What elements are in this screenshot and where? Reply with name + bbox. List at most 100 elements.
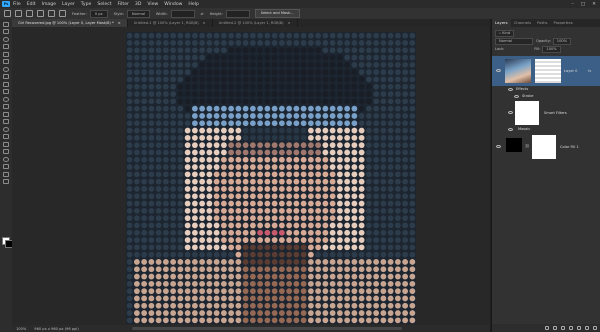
intersect-selection-icon[interactable] xyxy=(59,10,66,17)
mosaic-dot xyxy=(307,237,314,243)
close-tab-icon[interactable]: × xyxy=(203,21,206,25)
layer-mask-thumbnail[interactable] xyxy=(535,59,561,83)
opacity-input[interactable]: 100% xyxy=(552,37,572,45)
filter-kind-select[interactable]: ⌕ Kind xyxy=(495,29,515,37)
hand-tool-icon[interactable] xyxy=(3,164,9,169)
height-input[interactable] xyxy=(225,9,250,18)
close-tab-icon[interactable]: × xyxy=(288,21,291,25)
marquee-tool-icon[interactable] xyxy=(15,10,22,17)
panel-tab-channels[interactable]: Channels xyxy=(511,19,535,27)
canvas-area[interactable] xyxy=(12,27,490,325)
zoom-level[interactable]: 100% xyxy=(16,327,26,331)
eyedropper-tool-icon[interactable] xyxy=(3,66,9,72)
select-and-mask-button[interactable]: Select and Mask... xyxy=(254,9,300,18)
layer-row-color-fill-1[interactable]: ⛓ Color Fill 1 xyxy=(492,133,600,161)
link-layers-icon[interactable] xyxy=(545,326,549,330)
dodge-tool-icon[interactable] xyxy=(3,126,9,132)
link-icon[interactable]: ⛓ xyxy=(525,144,530,148)
marquee-tool-icon[interactable] xyxy=(3,29,9,34)
document-tab[interactable]: Girl Recovered.jpg @ 100% (Layer 0, Laye… xyxy=(12,19,128,27)
mosaic-dot xyxy=(307,288,314,295)
crop-tool-icon[interactable] xyxy=(3,51,9,57)
smart-filter-mask-thumbnail[interactable] xyxy=(515,101,539,125)
gradient-tool-icon[interactable] xyxy=(3,111,9,117)
pen-tool-icon[interactable] xyxy=(3,134,9,139)
layer-name[interactable]: Color Fill 1 xyxy=(560,145,579,149)
panel-tab-layers[interactable]: Layers xyxy=(492,19,511,27)
menu-type[interactable]: Type xyxy=(81,2,92,7)
home-icon[interactable] xyxy=(4,10,11,17)
visibility-eye-icon[interactable] xyxy=(508,111,513,114)
path-select-tool-icon[interactable] xyxy=(3,149,9,154)
new-selection-icon[interactable] xyxy=(26,10,33,17)
add-selection-icon[interactable] xyxy=(37,10,44,17)
stamp-tool-icon[interactable] xyxy=(3,89,9,94)
mosaic-dot xyxy=(148,273,155,280)
smart-filters-row[interactable]: Smart Filters xyxy=(492,100,600,126)
menu-view[interactable]: View xyxy=(147,2,158,7)
menu-help[interactable]: Help xyxy=(188,2,198,7)
maximize-icon[interactable]: □ xyxy=(581,2,585,7)
add-mask-icon[interactable] xyxy=(561,326,565,330)
document-canvas[interactable] xyxy=(126,32,416,324)
style-select[interactable]: Normal xyxy=(126,9,150,18)
horizontal-scrollbar[interactable] xyxy=(132,327,402,330)
layer-name[interactable]: Layer 0 xyxy=(564,69,577,73)
mosaic-dot xyxy=(307,178,314,185)
visibility-eye-icon[interactable] xyxy=(496,145,501,148)
document-info[interactable]: 960 px x 960 px (96 ppi) xyxy=(34,327,78,331)
blur-tool-icon[interactable] xyxy=(3,119,9,124)
panel-tab-paths[interactable]: Paths xyxy=(534,19,550,27)
visibility-eye-icon[interactable] xyxy=(508,88,513,91)
visibility-eye-icon[interactable] xyxy=(496,69,501,72)
feather-input[interactable]: 0 px xyxy=(89,9,108,18)
close-tab-icon[interactable]: × xyxy=(118,21,121,25)
add-style-icon[interactable] xyxy=(553,326,557,330)
eraser-tool-icon[interactable] xyxy=(3,104,9,109)
layer-row-layer-0[interactable]: Layer 0 fx xyxy=(492,56,600,86)
menu-file[interactable]: File xyxy=(13,2,21,7)
mosaic-dot xyxy=(228,134,235,141)
more-tool-icon[interactable] xyxy=(3,179,9,184)
width-input[interactable] xyxy=(170,9,195,18)
history-brush-tool-icon[interactable] xyxy=(3,96,9,102)
shape-tool-icon[interactable] xyxy=(3,156,9,162)
menu-window[interactable]: Window xyxy=(164,2,182,7)
mosaic-dot xyxy=(380,149,387,156)
panel-tab-properties[interactable]: Properties xyxy=(550,19,575,27)
menu-layer[interactable]: Layer xyxy=(62,2,75,7)
healing-tool-icon[interactable] xyxy=(3,74,9,79)
layer-stroke-row[interactable]: Stroke xyxy=(492,93,600,100)
document-tab[interactable]: Untitled-2 @ 100% (Layer 1, RGB/8) × xyxy=(213,19,298,27)
fill-input[interactable]: 100% xyxy=(542,45,561,53)
visibility-eye-icon[interactable] xyxy=(508,128,513,131)
lasso-tool-icon[interactable] xyxy=(3,36,9,42)
mosaic-filter-row[interactable]: Mosaic xyxy=(492,126,600,133)
fx-icon[interactable]: fx xyxy=(588,69,591,73)
type-tool-icon[interactable] xyxy=(3,141,9,147)
menu-3d[interactable]: 3D xyxy=(135,2,141,7)
document-tab[interactable]: Untitled-1 @ 100% (Layer 1, RGB/8) × xyxy=(128,19,213,27)
close-icon[interactable]: ✕ xyxy=(592,2,596,7)
layer-effects-row[interactable]: Effects xyxy=(492,86,600,93)
visibility-eye-icon[interactable] xyxy=(514,95,519,98)
new-layer-icon[interactable] xyxy=(585,326,589,330)
move-tool-icon[interactable] xyxy=(3,21,9,27)
menu-filter[interactable]: Filter xyxy=(118,2,129,7)
layer-mask-thumbnail[interactable] xyxy=(532,135,556,159)
mosaic-dot xyxy=(351,237,358,243)
brush-tool-icon[interactable] xyxy=(3,81,9,87)
subtract-selection-icon[interactable] xyxy=(48,10,55,17)
quick-select-tool-icon[interactable] xyxy=(3,44,9,49)
zoom-tool-icon[interactable] xyxy=(3,171,9,177)
swap-icon[interactable]: ⇄ xyxy=(201,12,204,16)
new-group-icon[interactable] xyxy=(577,326,581,330)
menu-image[interactable]: Image xyxy=(42,2,56,7)
frame-tool-icon[interactable] xyxy=(3,59,9,64)
trash-icon[interactable] xyxy=(593,326,597,330)
menu-select[interactable]: Select xyxy=(97,2,111,7)
adjustment-layer-icon[interactable] xyxy=(569,326,573,330)
menu-edit[interactable]: Edit xyxy=(27,2,36,7)
minimize-icon[interactable]: – xyxy=(572,2,574,7)
blend-mode-select[interactable]: Normal xyxy=(495,37,533,45)
